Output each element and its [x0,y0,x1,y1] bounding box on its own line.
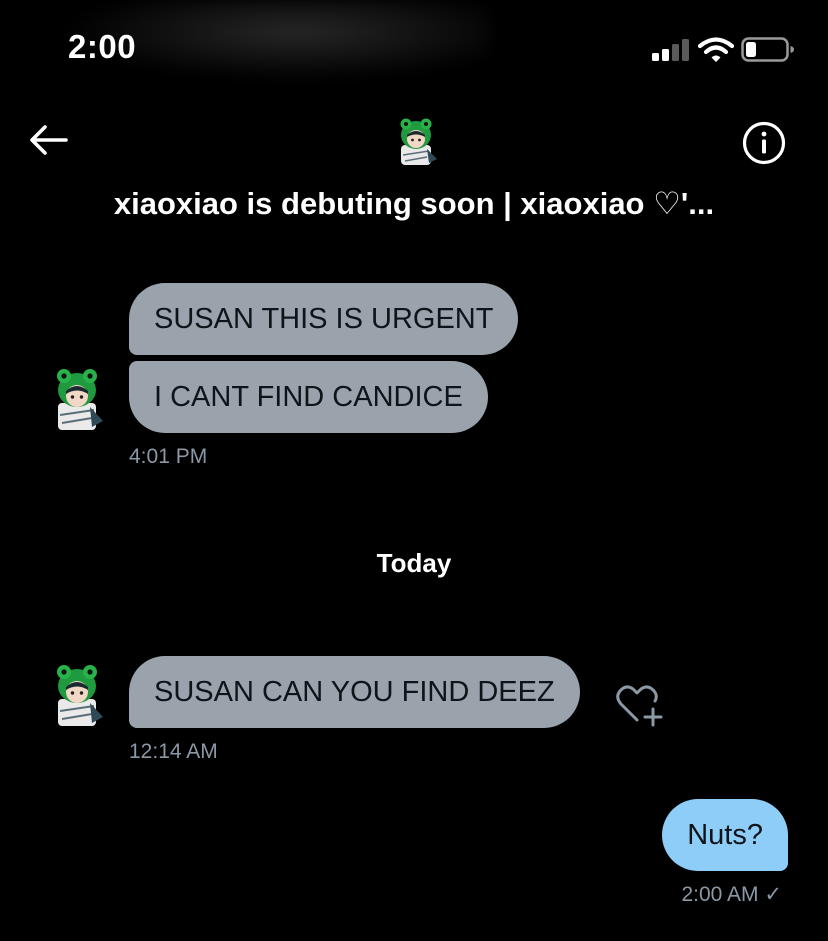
sender-avatar[interactable] [50,661,104,727]
add-reaction-heart-icon[interactable] [615,682,665,728]
sender-avatar[interactable] [50,365,104,431]
message-timestamp: 4:01 PM [129,445,208,468]
incoming-message-bubble[interactable]: SUSAN CAN YOU FIND DEEZ [129,656,580,728]
back-arrow-icon[interactable] [28,122,70,158]
incoming-message-bubble[interactable]: SUSAN THIS IS URGENT [129,283,519,355]
battery-icon [741,37,794,62]
incoming-message-bubble[interactable]: I CANT FIND CANDICE [129,361,488,433]
sent-status-row: 2:00 AM ✓ [681,882,782,907]
wifi-icon [698,37,734,62]
message-timestamp: 2:00 AM [681,883,759,906]
cellular-signal-icon [652,39,690,61]
conversation-title: xiaoxiao is debuting soon | xiaoxiao ♡'.… [113,186,715,221]
sent-check-icon: ✓ [764,883,782,906]
outgoing-message-bubble[interactable]: Nuts? [662,799,788,871]
status-time: 2:00 [68,28,137,65]
message-timestamp: 12:14 AM [129,740,218,763]
info-icon[interactable] [741,120,787,166]
conversation-avatar[interactable] [393,115,439,167]
day-separator: Today [376,548,452,578]
